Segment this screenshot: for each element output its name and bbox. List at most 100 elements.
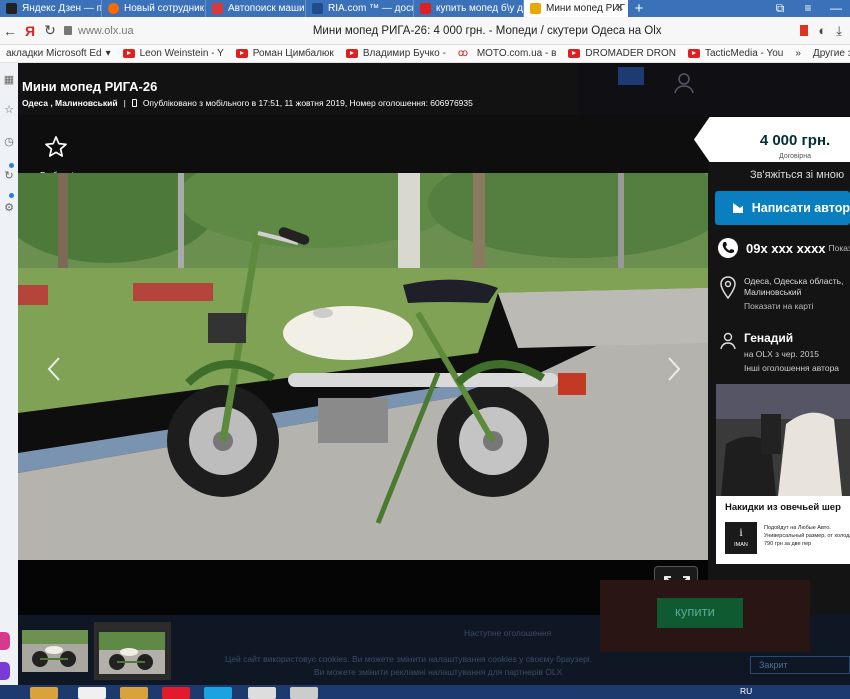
bookmark-label: DROMADER DRON bbox=[585, 48, 676, 59]
photo-thumbnail[interactable] bbox=[22, 630, 88, 672]
bookmark-label: Leon Weinstein - Y bbox=[139, 48, 224, 59]
previous-photo-arrow-icon[interactable] bbox=[46, 356, 62, 382]
bookmark-label: Владимир Бучко - bbox=[362, 48, 446, 59]
bookmark-flag-icon[interactable] bbox=[800, 25, 809, 36]
download-icon[interactable]: ⤓ bbox=[836, 23, 842, 39]
browser-tab[interactable]: Новый сотрудник bbox=[102, 0, 206, 17]
ad-location: Одеса , Малиновський bbox=[22, 98, 118, 108]
tab-label: RIA.com ™ — доск bbox=[328, 3, 414, 14]
reload-icon[interactable]: ↻ bbox=[40, 22, 60, 39]
lock-icon bbox=[64, 26, 72, 35]
bookmark-item[interactable]: TacticMedia - You bbox=[682, 48, 789, 59]
buy-button-dim: купити bbox=[657, 598, 743, 628]
favicon-icon bbox=[212, 3, 223, 14]
skype-icon[interactable] bbox=[204, 687, 232, 699]
opera-icon[interactable] bbox=[162, 687, 190, 699]
app-icon[interactable] bbox=[290, 687, 318, 699]
browser-tab[interactable]: Яндекс Дзен — пер bbox=[0, 0, 102, 17]
bookmark-item[interactable]: DROMADER DRON bbox=[562, 48, 682, 59]
buy-label: купити bbox=[675, 604, 715, 619]
youtube-icon bbox=[122, 49, 135, 58]
motorcycle-icon: ꝏ bbox=[457, 47, 468, 59]
refresh-icon[interactable]: ↻ bbox=[2, 169, 16, 183]
photo-thumbnail-selected[interactable] bbox=[99, 632, 165, 674]
price-negotiable: Договірна bbox=[779, 153, 811, 160]
tab-actions-icon[interactable]: ⧉ bbox=[766, 0, 794, 17]
bookmark-label: MOTO.com.ua - в bbox=[476, 48, 557, 59]
app-edge-icon[interactable] bbox=[0, 662, 10, 680]
address-bar-actions: ◐ ⤓ bbox=[800, 23, 850, 39]
browser-tab-strip: Яндекс Дзен — пер Новый сотрудник Автопо… bbox=[0, 0, 850, 17]
bookmark-item[interactable]: Leon Weinstein - Y bbox=[117, 48, 230, 59]
promo-ad-text: Подойдут на Любые Авто. Универсальный ра… bbox=[764, 525, 850, 547]
language-indicator[interactable]: RU bbox=[740, 686, 752, 696]
next-photo-arrow-icon[interactable] bbox=[666, 356, 682, 382]
bookmark-item[interactable]: ꝏ MOTO.com.ua - в bbox=[452, 48, 563, 59]
star-icon[interactable]: ☆ bbox=[2, 103, 16, 117]
bookmarks-bar: акладки Microsoft Ed ▾ Leon Weinstein - Y… bbox=[0, 45, 850, 63]
youtube-icon bbox=[345, 49, 358, 58]
youtube-icon bbox=[235, 49, 248, 58]
extension-icon[interactable]: ◐ bbox=[818, 23, 826, 38]
browser-tab[interactable]: RIA.com ™ — доск bbox=[306, 0, 414, 17]
other-bookmarks[interactable]: Другие зак bbox=[807, 48, 850, 59]
page-title: Мини мопед РИГА-26: 4 000 грн. - Мопеди … bbox=[312, 24, 662, 37]
grid-icon[interactable]: ▦ bbox=[2, 73, 16, 87]
show-on-map-link[interactable]: Показати на карті bbox=[744, 301, 814, 311]
address-bar: ← Я ↻ www.olx.ua Мини мопед РИГА-26: 4 0… bbox=[0, 17, 850, 45]
settings-icon[interactable]: ⚙ bbox=[2, 201, 16, 215]
yandex-logo-icon[interactable]: Я bbox=[20, 23, 40, 39]
seller-name[interactable]: Генадий bbox=[744, 331, 793, 345]
next-ad-link[interactable]: Наступне оголошення bbox=[464, 628, 551, 638]
seller-other-ads-link[interactable]: Інші оголошення автора bbox=[744, 363, 839, 373]
window-controls: ⧉ ≡ — bbox=[766, 0, 850, 17]
cookie-notice-ads: Ви можете змінити рекламні налаштування … bbox=[314, 667, 563, 677]
phone-icon bbox=[718, 238, 738, 258]
notification-dot bbox=[9, 193, 14, 198]
promo-ad-image bbox=[716, 384, 850, 496]
app-edge-icon[interactable] bbox=[0, 632, 10, 650]
bookmark-item[interactable]: Владимир Бучко - bbox=[340, 48, 452, 59]
tab-label: Яндекс Дзен — пер bbox=[22, 3, 102, 14]
user-account-icon[interactable] bbox=[672, 71, 696, 95]
close-tab-icon[interactable]: ✕ bbox=[615, 0, 624, 17]
olx-favicon-icon bbox=[530, 3, 541, 14]
main-photo[interactable] bbox=[18, 173, 708, 560]
bookmark-label: TacticMedia - You bbox=[704, 48, 784, 59]
url-field[interactable]: www.olx.ua bbox=[64, 21, 174, 41]
browser-tab[interactable]: Автопоиск машин bbox=[206, 0, 306, 17]
tab-label: купить мопед б\у д bbox=[436, 3, 523, 14]
windows-taskbar: RU bbox=[0, 685, 850, 699]
back-arrow-icon[interactable]: ← bbox=[0, 23, 20, 39]
browser-tab[interactable]: купить мопед б\у д bbox=[414, 0, 524, 17]
file-explorer-icon[interactable] bbox=[30, 687, 58, 699]
seller-since: на OLX з чер. 2015 bbox=[744, 349, 819, 359]
separator: | bbox=[123, 98, 126, 108]
bookmark-item[interactable]: акладки Microsoft Ed ▾ bbox=[0, 48, 117, 59]
bookmark-label: акладки Microsoft Ed bbox=[6, 48, 102, 59]
location-text: Одеса, Одеська область, Малиновський bbox=[744, 276, 844, 297]
browser-tab-active[interactable]: Мини мопед РИГ ✕ bbox=[524, 0, 628, 17]
show-phone-link[interactable]: Показат bbox=[829, 243, 850, 253]
history-icon[interactable]: ◷ bbox=[2, 135, 16, 149]
write-author-button[interactable]: Написати автор bbox=[715, 191, 850, 225]
yandex-browser-icon[interactable] bbox=[78, 687, 106, 699]
iman-logo: IMAN bbox=[725, 522, 757, 554]
browser-side-rail: ▦ ☆ ◷ ↻ ⚙ bbox=[0, 63, 18, 685]
bookmarks-overflow-button[interactable]: » bbox=[789, 48, 807, 59]
envelope-icon bbox=[733, 203, 747, 213]
close-notice-button[interactable]: Закрит bbox=[750, 656, 850, 674]
menu-icon[interactable]: ≡ bbox=[794, 0, 822, 17]
app-icon[interactable] bbox=[248, 687, 276, 699]
favicon-icon bbox=[108, 3, 119, 14]
minimize-icon[interactable]: — bbox=[822, 0, 850, 17]
folder-icon[interactable] bbox=[120, 687, 148, 699]
new-tab-button[interactable]: + bbox=[628, 0, 650, 17]
price-value: 4 000 грн. bbox=[759, 132, 831, 149]
bookmark-item[interactable]: Роман Цимбалюк bbox=[230, 48, 340, 59]
favorite-star-icon[interactable] bbox=[44, 135, 68, 159]
youtube-icon bbox=[687, 49, 700, 58]
promo-ad-card[interactable]: Накидки из овечьей шер IMAN Подойдут на … bbox=[716, 384, 850, 564]
user-icon bbox=[720, 332, 736, 350]
tab-label: Новый сотрудник bbox=[124, 3, 205, 14]
